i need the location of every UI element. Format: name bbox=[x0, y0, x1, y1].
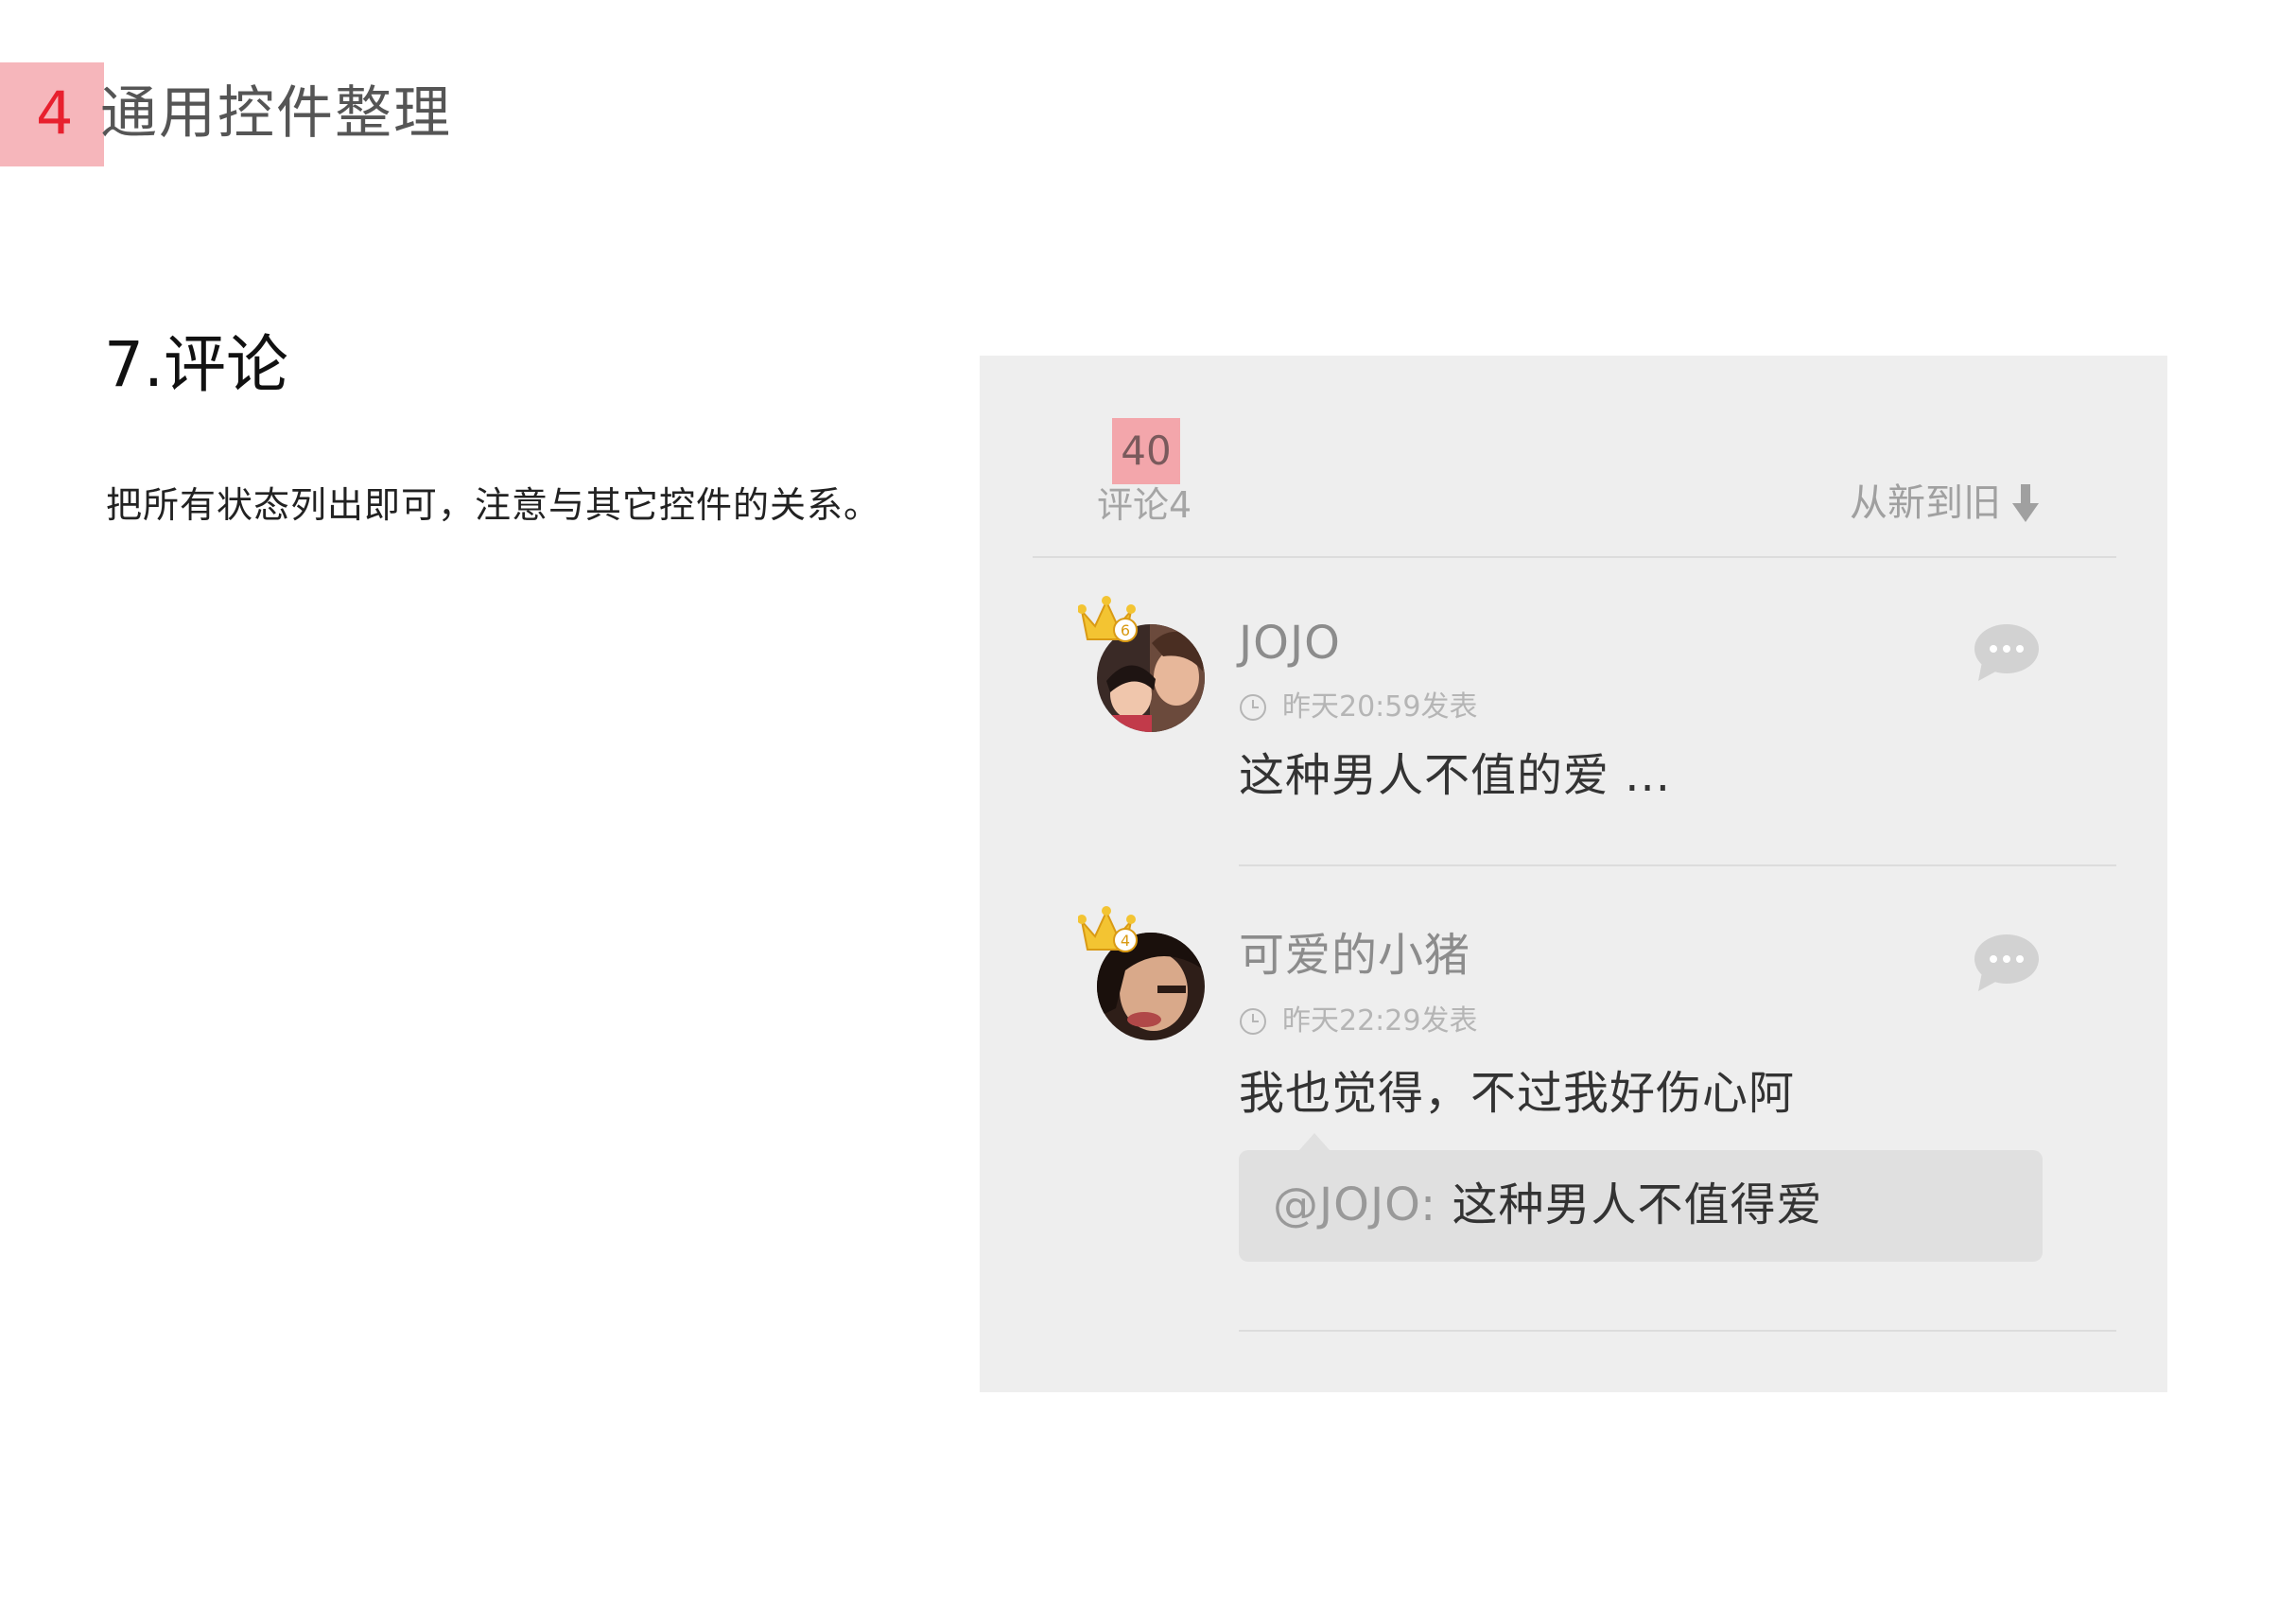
quoted-content: 这种男人不值得爱 bbox=[1452, 1178, 1823, 1231]
section-title: 通用控件整理 bbox=[100, 80, 452, 147]
quoted-reply-text: @JOJO: 这种男人不值得爱 bbox=[1273, 1175, 1822, 1235]
sort-toggle[interactable]: 从新到旧 bbox=[1850, 475, 2039, 532]
comment-divider bbox=[1239, 1330, 2116, 1332]
level-number: 6 bbox=[1121, 621, 1130, 639]
comment-content: 这种男人不值的爱 ... bbox=[1239, 749, 1672, 802]
count-badge: 40 bbox=[1121, 428, 1172, 474]
comment-meta: 昨天22:29发表 bbox=[1239, 1003, 1477, 1040]
quoted-username: @JOJO: bbox=[1273, 1178, 1437, 1231]
level-number: 4 bbox=[1121, 932, 1130, 950]
item-title: 7.评论 bbox=[104, 328, 288, 401]
sort-label: 从新到旧 bbox=[1850, 481, 2001, 525]
quoted-reply[interactable]: @JOJO: 这种男人不值得爱 bbox=[1239, 1133, 2043, 1262]
comment-username[interactable]: 可爱的小猪 bbox=[1239, 927, 1470, 984]
header-divider bbox=[1033, 556, 2116, 558]
arrow-down-icon bbox=[2012, 484, 2039, 522]
level-crown-icon: 6 bbox=[1078, 596, 1138, 642]
item-description: 把所有状态列出即可，注意与其它控件的关系。 bbox=[106, 484, 881, 526]
comment-username[interactable]: JOJO bbox=[1239, 615, 1341, 672]
section-number: 4 bbox=[36, 79, 74, 148]
comment-meta: 昨天20:59发表 bbox=[1239, 689, 1477, 726]
clock-icon bbox=[1240, 694, 1266, 721]
level-crown-icon: 4 bbox=[1078, 906, 1138, 952]
comment-content: 我也觉得，不过我好伤心阿 bbox=[1239, 1067, 1796, 1120]
clock-icon bbox=[1240, 1008, 1266, 1035]
comment-time: 昨天22:29发表 bbox=[1282, 1004, 1478, 1038]
comment-divider bbox=[1239, 864, 2116, 866]
comment-time: 昨天20:59发表 bbox=[1282, 690, 1478, 724]
comment-bubble-icon[interactable] bbox=[1973, 931, 2041, 993]
comment-count-label: 评论4 bbox=[1097, 484, 1192, 526]
comment-bubble-icon[interactable] bbox=[1973, 620, 2041, 683]
